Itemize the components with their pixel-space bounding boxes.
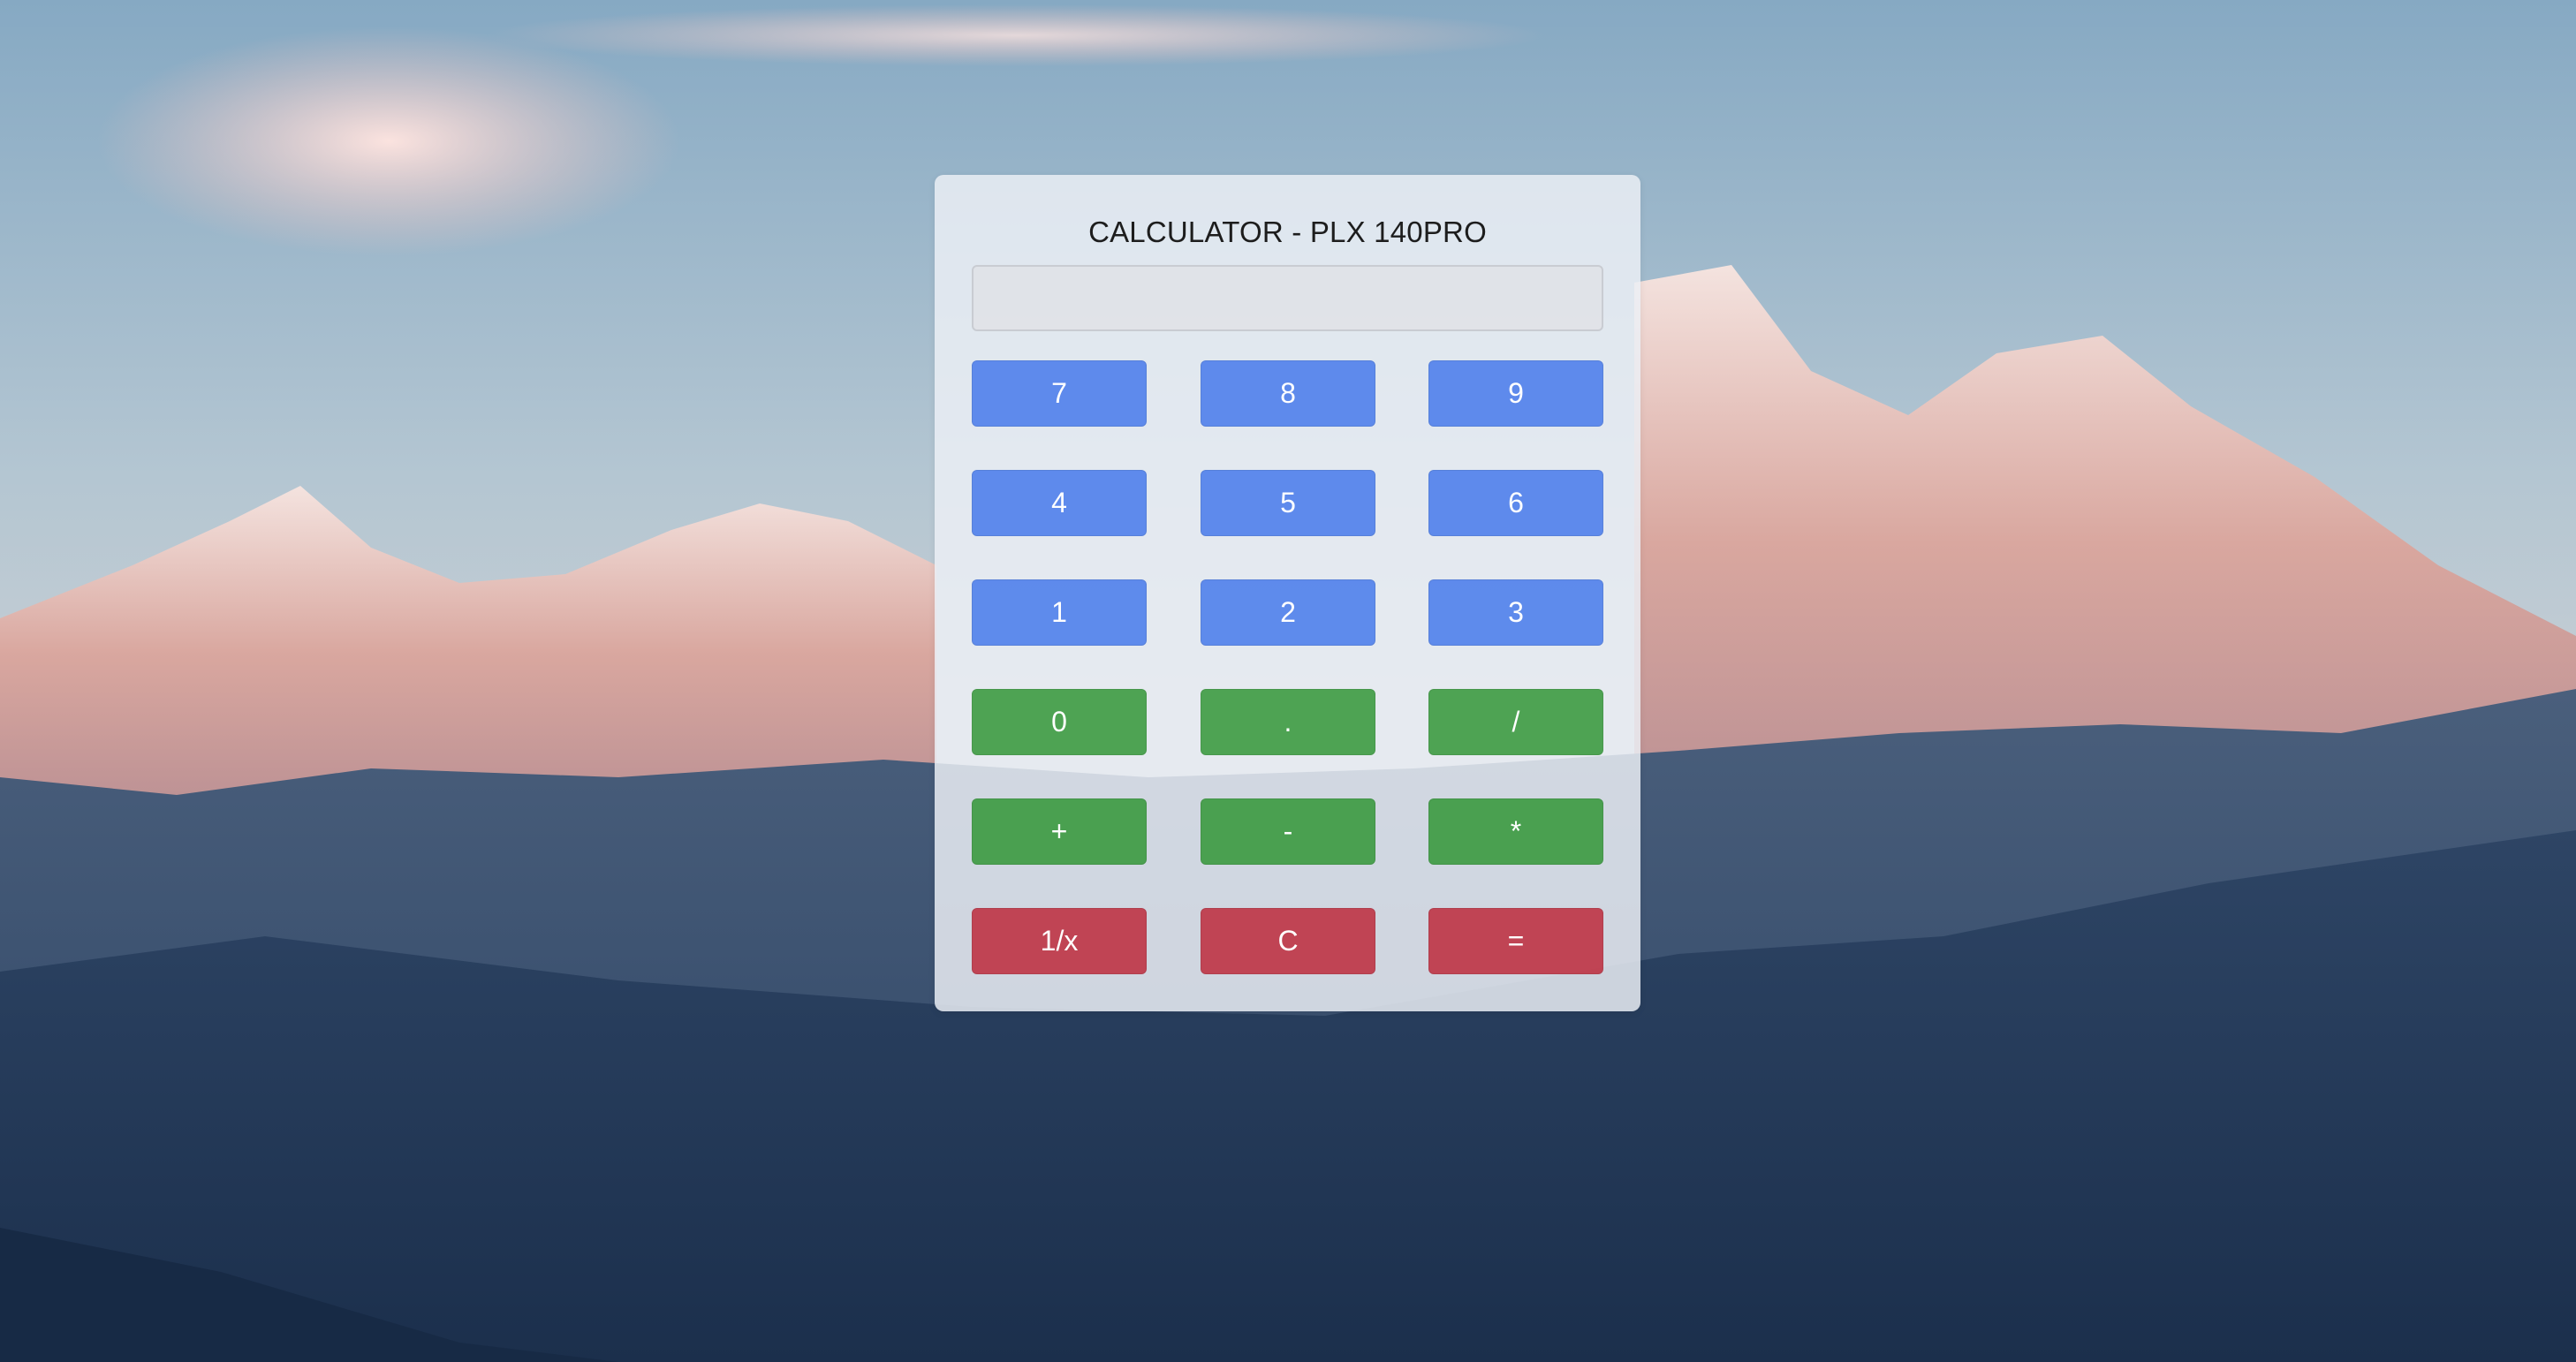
key-6-button[interactable]: 6 [1428,470,1603,536]
multiply-button[interactable]: * [1428,798,1603,865]
key-2-button[interactable]: 2 [1201,579,1375,646]
reciprocal-button[interactable]: 1/x [972,908,1147,974]
key-7-button[interactable]: 7 [972,360,1147,427]
calculator-title: CALCULATOR - PLX 140PRO [1088,216,1487,248]
key-0-button[interactable]: 0 [972,689,1147,755]
key-1-button[interactable]: 1 [972,579,1147,646]
equals-button[interactable]: = [1428,908,1603,974]
clear-button[interactable]: C [1201,908,1375,974]
calculator-panel: CALCULATOR - PLX 140PRO 7 8 9 4 5 6 1 2 … [935,175,1640,1011]
key-9-button[interactable]: 9 [1428,360,1603,427]
key-3-button[interactable]: 3 [1428,579,1603,646]
add-button[interactable]: + [972,798,1147,865]
calculator-display[interactable] [972,265,1603,331]
decimal-button[interactable]: . [1201,689,1375,755]
subtract-button[interactable]: - [1201,798,1375,865]
key-8-button[interactable]: 8 [1201,360,1375,427]
divide-button[interactable]: / [1428,689,1603,755]
key-4-button[interactable]: 4 [972,470,1147,536]
key-5-button[interactable]: 5 [1201,470,1375,536]
